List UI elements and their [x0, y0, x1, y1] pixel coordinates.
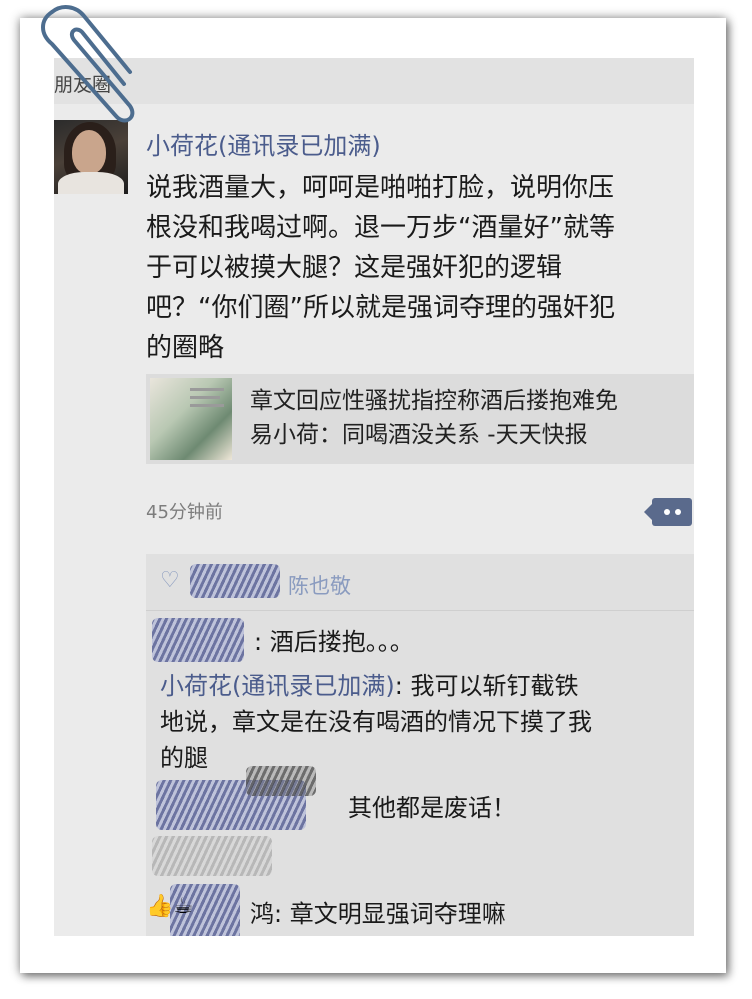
redaction-scribble [152, 836, 272, 876]
comment-text: 鸿: 章文明显强词夺理嘛 [250, 900, 506, 928]
shared-link-card[interactable]: 章文回应性骚扰指控称酒后搂抱难免 易小荷：同喝酒没关系 -天天快报 [146, 374, 694, 464]
link-title: 章文回应性骚扰指控称酒后搂抱难免 易小荷：同喝酒没关系 -天天快报 [250, 384, 690, 452]
comment-4[interactable]: 鸿: 章文明显强词夺理嘛 [250, 896, 680, 932]
post-text-line: 根没和我喝过啊。退一万步“酒量好”就等 [146, 213, 615, 243]
redaction-scribble [246, 766, 316, 796]
link-thumbnail [150, 378, 232, 460]
heart-icon: ♡ [160, 568, 180, 593]
dot-icon [675, 509, 681, 515]
dot-icon [664, 509, 670, 515]
post-timestamp: 45分钟前 [146, 502, 223, 523]
comment-line: 地说，章文是在没有喝酒的情况下摸了我 [160, 708, 592, 736]
comment-text: : 酒后搂抱。。。 [254, 628, 414, 656]
post-text-line: 吧？“你们圈”所以就是强词夺理的强奸犯 [146, 293, 615, 323]
post-text-line: 于可以被摸大腿？这是强奸犯的逻辑 [146, 253, 563, 283]
post-text-line: 的圈略 [146, 333, 225, 363]
post-text-line: 说我酒量大，呵呵是啪啪打脸，说明你压 [146, 173, 615, 203]
comment-line: 小荷花(通讯录已加满): 我可以斩钉截铁 [160, 668, 690, 704]
redaction-scribble [190, 564, 280, 598]
link-title-line: 章文回应性骚扰指控称酒后搂抱难免 [250, 388, 618, 414]
comment-text: 其他都是废话！ [348, 794, 516, 822]
likes-row: ♡ 陈也敬 [146, 554, 694, 611]
comment-box: ♡ 陈也敬 : 酒后搂抱。。。 小荷花(通讯录已加满): 我可以斩钉截铁 地说，… [146, 554, 694, 936]
comment-2[interactable]: 小荷花(通讯录已加满): 我可以斩钉截铁 地说，章文是在没有喝酒的情况下摸了我 … [160, 668, 690, 776]
moments-screen: 朋友圈 小荷花(通讯录已加满) 说我酒量大，呵呵是啪啪打脸，说明你压 根没和我喝… [54, 58, 694, 936]
more-actions-button[interactable] [644, 498, 692, 526]
top-bar: 朋友圈 [54, 58, 694, 104]
comment-author[interactable]: 小荷花(通讯录已加满) [160, 672, 395, 700]
reaction-emoji: 👍☕ [146, 894, 194, 919]
comment-3[interactable]: 其他都是废话！ [348, 790, 688, 826]
comment-text: : 我可以斩钉截铁 [394, 672, 579, 700]
post-text: 说我酒量大，呵呵是啪啪打脸，说明你压 根没和我喝过啊。退一万步“酒量好”就等 于… [146, 168, 686, 368]
link-title-line: 易小荷：同喝酒没关系 -天天快报 [250, 422, 588, 448]
redaction-scribble [152, 618, 244, 662]
comment-1[interactable]: : 酒后搂抱。。。 [254, 624, 674, 660]
avatar[interactable] [54, 120, 128, 194]
post-author[interactable]: 小荷花(通讯录已加满) [146, 126, 381, 161]
paperclip-icon [41, 5, 135, 123]
comment-line: 的腿 [160, 744, 208, 772]
liker-names[interactable]: 陈也敬 [288, 570, 351, 600]
